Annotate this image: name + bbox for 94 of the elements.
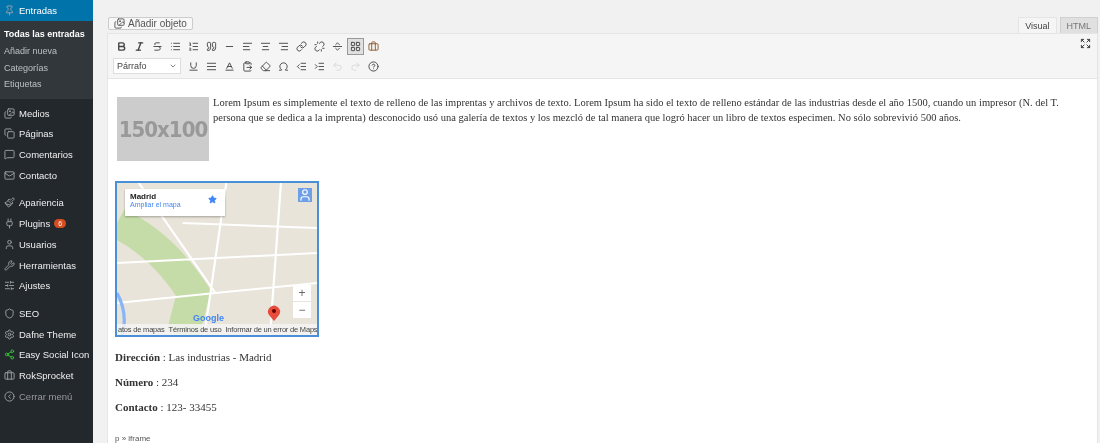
omega-icon [278,60,289,72]
caret-icon [169,62,177,70]
format-select[interactable]: Párrafo [113,58,181,74]
editor-tab[interactable]: Visual [1018,17,1057,33]
collapse-icon [4,390,15,402]
add-media-button[interactable]: Añadir objeto [108,17,193,30]
media-icon [114,18,125,29]
text-color-icon [224,60,235,72]
submenu-item[interactable]: Añadir nueva [0,42,93,60]
detail-line: Dirección : Las industrias - Madrid [115,350,273,364]
shield-icon [4,307,15,319]
detail-line: Contacto : 123- 33455 [115,400,218,414]
media-icon [4,107,15,119]
collapse-label: Cerrar menú [19,390,73,402]
map-pin-icon [267,305,281,321]
toolbar-toggle-icon [350,40,361,52]
unlink-icon [314,40,325,52]
sidebar-label: Medios [19,107,50,119]
zoom-in-button[interactable]: + [293,285,311,301]
star-icon [208,195,217,204]
justify-icon [206,60,217,72]
toolbar-button[interactable] [347,37,364,55]
briefcase-icon [368,40,379,52]
share-icon [4,349,15,361]
indent-icon [314,60,325,72]
sidebar-item[interactable]: Entradas [0,0,93,21]
outdent-icon [296,60,307,72]
fullscreen-button[interactable] [1080,38,1091,49]
user-icon [4,238,15,250]
sidebar-label: Herramientas [19,259,77,271]
sidebar-item[interactable]: Comentarios [0,144,93,165]
bold-icon [116,40,127,52]
wrench-icon [4,259,15,271]
envelope-icon [4,169,15,181]
sidebar-item[interactable]: Páginas [0,123,93,145]
pages-icon [4,128,15,140]
align-right-icon [278,40,289,52]
sidebar-label: Plugins [19,218,51,230]
align-left-icon [242,40,253,52]
eraser-icon [260,60,271,72]
numbered-list-icon [188,40,199,52]
briefcase-icon [4,369,15,381]
gear-icon [4,328,15,340]
sidebar-item[interactable]: Apariencia [0,192,93,214]
paragraph: Lorem Ipsum es simplemente el texto de relleno de las imprentas y archivos de texto. Lorem Ipsum ha sido el texto de relleno estándar de las industrias desde el año 1500, cuando un impresor (N. del T. persona que se dedica a la imprenta) desconocido usó una galería de textos y los mezcló de tal manera que logró hacer un libro de textos especimen. No sólo sobrevivió 500 años. [213,96,1060,125]
sidebar-label: Easy Social Icon [19,349,90,361]
italic-icon [134,40,145,52]
sidebar-item[interactable]: Ajustes [0,275,93,297]
map-logo: Google [193,313,224,323]
sidebar-label: Ajustes [19,280,51,292]
submenu-item[interactable]: Categorías [0,59,93,77]
sidebar-label: Apariencia [19,197,64,209]
sidebar-label: Entradas [19,4,58,16]
strikethrough-icon [152,40,163,52]
undo-icon [332,60,343,72]
underline-icon [188,60,199,72]
quote-icon [206,40,217,52]
sidebar-item[interactable]: Dafne Theme [0,323,93,345]
map-place-name: Madrid [130,192,157,201]
plug-icon [4,218,15,230]
sidebar-item[interactable]: RokSprocket [0,365,93,386]
sidebar-label: Dafne Theme [19,328,77,340]
zoom-out-button[interactable]: − [293,302,311,318]
paintbrush-icon [4,197,15,209]
editor-tab[interactable]: HTML [1059,17,1098,33]
sidebar-label: Páginas [19,128,54,140]
sidebar-item[interactable]: Herramientas [0,254,93,276]
bullet-list-icon [170,40,181,52]
sidebar-label: Usuarios [19,238,57,250]
speech-bubble-icon [4,149,15,161]
sidebar-item[interactable]: Contacto [0,164,93,186]
collapse-menu-button[interactable]: Cerrar menú [0,385,93,407]
redo-icon [350,60,361,72]
align-center-icon [260,40,271,52]
paste-text-icon [242,60,253,72]
sidebar-item[interactable]: Easy Social Icon [0,344,93,366]
sidebar-label: Contacto [19,169,58,181]
sidebar-label: RokSprocket [19,369,74,381]
submenu-item[interactable]: Etiquetas [0,76,93,93]
element-path: p » iframe [115,434,152,443]
help-icon [368,60,379,72]
sidebar-item[interactable]: SEO [0,303,93,324]
sidebar-label: SEO [19,307,40,319]
read-more-icon [332,40,343,52]
person-icon [298,188,312,202]
sidebar-label: Comentarios [19,149,73,161]
link-icon [296,40,307,52]
submenu-item[interactable]: Todas las entradas [0,25,93,43]
pin-icon [4,4,15,16]
sidebar-item[interactable]: Medios [0,102,93,124]
detail-line: Número : 234 [115,375,180,389]
fullscreen-icon [1080,38,1091,49]
sliders-icon [4,280,15,292]
sidebar-item[interactable]: Usuarios [0,234,93,255]
